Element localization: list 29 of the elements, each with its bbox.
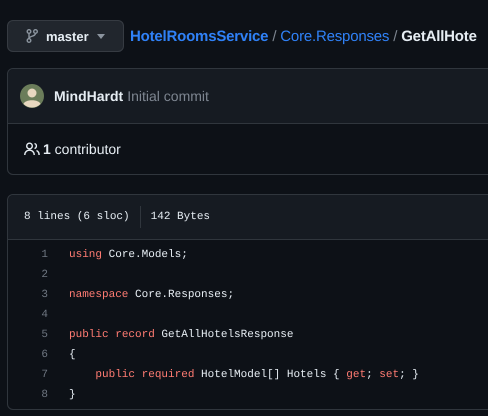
commit-author[interactable]: MindHardt (54, 88, 124, 104)
line-number: 6 (40, 349, 48, 361)
breadcrumb-separator: / (393, 28, 398, 44)
line-number: 1 (40, 249, 48, 261)
people-icon (24, 142, 40, 156)
line-number: 8 (40, 389, 48, 401)
branch-icon (26, 29, 38, 43)
code-line: public required HotelModel[] Hotels { get; set; } (94, 369, 419, 381)
line-number: 3 (40, 289, 48, 301)
line-count: 8 lines (6 sloc) (24, 211, 130, 223)
branch-button[interactable]: master (7, 20, 124, 52)
contributors-link[interactable]: 1 contributor (43, 141, 121, 157)
file-size: 142 Bytes (150, 211, 210, 223)
code-line: { (69, 349, 76, 361)
code-line: public record GetAllHotelsResponse (69, 329, 294, 341)
caret-icon (96, 34, 105, 38)
code-line: using Core.Models; (69, 249, 188, 261)
breadcrumb-separator: / (272, 28, 276, 44)
avatar-icon (20, 84, 44, 108)
file-name: GetAllHote (401, 28, 477, 44)
line-number: 5 (40, 329, 48, 341)
line-number: 4 (40, 309, 48, 321)
breadcrumb-link[interactable]: Core.Responses (280, 28, 390, 44)
code-line: } (69, 389, 76, 401)
commit-message[interactable]: Initial commit (127, 88, 209, 104)
line-number: 2 (40, 269, 48, 281)
breadcrumb-link[interactable]: HotelRoomsService (130, 28, 268, 44)
line-number: 7 (40, 369, 48, 381)
code-line: namespace Core.Responses; (69, 289, 234, 301)
